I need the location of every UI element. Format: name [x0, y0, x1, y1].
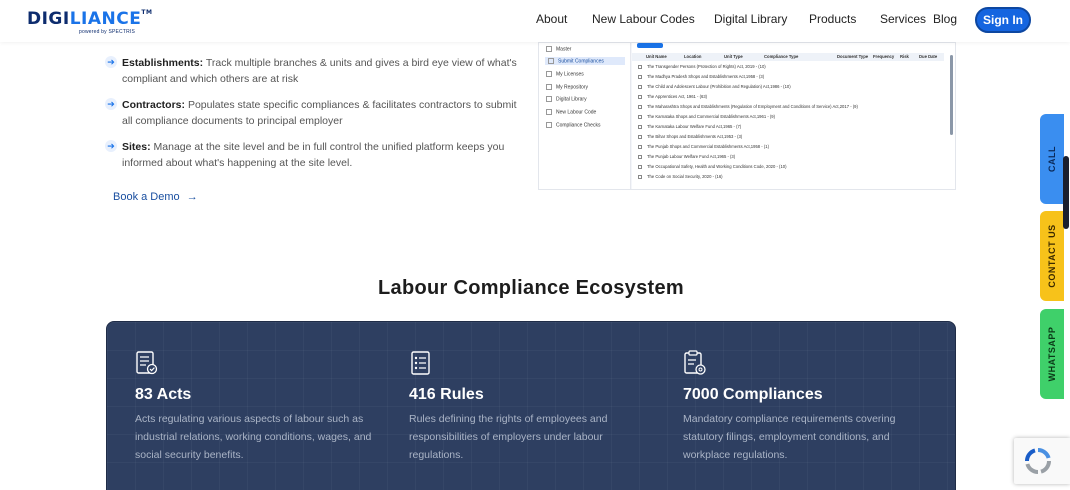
contact-us-tab-label: CONTACT US: [1047, 224, 1057, 288]
site-header: DIGILIANCETM powered by SPECTRIS About N…: [0, 0, 1070, 42]
nav-blog[interactable]: Blog: [933, 12, 957, 26]
preview-sidebar-item-active: Submit Compliances: [545, 57, 625, 66]
preview-sidebar-item: Compliance Checks: [546, 122, 600, 128]
call-tab-label: CALL: [1047, 146, 1057, 172]
nav-products[interactable]: Products: [809, 12, 856, 26]
preview-table-row: The Transgender Persons (Protection of R…: [638, 64, 766, 69]
arrow-right-icon: ➔: [105, 56, 117, 68]
preview-sidebar-item: My Repository: [546, 84, 588, 90]
arrow-right-icon: ➔: [105, 140, 117, 152]
stat-title: 416 Rules: [409, 386, 484, 403]
preview-table-row: The Apprentices Act, 1961 - (63): [638, 94, 707, 99]
brand-logo[interactable]: DIGILIANCETM powered by SPECTRIS: [27, 9, 153, 35]
acts-document-icon: [136, 351, 158, 375]
preview-table-row: The Code on Social Security, 2020 - (16): [638, 174, 723, 179]
compliance-checklist-icon: [684, 350, 706, 375]
section-title: Labour Compliance Ecosystem: [378, 277, 684, 299]
preview-table-row: The Madhya Pradesh Shops and Establishme…: [638, 74, 764, 79]
book-demo-label: Book a Demo: [113, 191, 180, 203]
preview-sidebar-item: Digital Library: [546, 96, 587, 102]
feature-sites: ➔ Sites: Manage at the site level and be…: [105, 139, 525, 171]
preview-table-row: The Bihar Shops and Establishments Act,1…: [638, 134, 742, 139]
recaptcha-badge[interactable]: [1014, 438, 1070, 484]
nav-new-labour-codes[interactable]: New Labour Codes: [592, 12, 695, 26]
stat-description: Mandatory compliance requirements coveri…: [683, 413, 896, 461]
stat-title: 83 Acts: [135, 386, 192, 403]
preview-sidebar-item: New Labour Code: [546, 109, 596, 115]
rules-list-icon: [411, 351, 430, 375]
preview-sidebar-item: My Licenses: [546, 71, 584, 77]
arrow-right-icon: ➔: [105, 98, 117, 110]
preview-table-row: The Punjab Labour Welfare Fund Act,1965 …: [638, 154, 735, 159]
stat-description: Rules defining the rights of employees a…: [409, 413, 608, 461]
whatsapp-tab-label: WHATSAPP: [1047, 326, 1057, 382]
page-scrollbar[interactable]: [1063, 156, 1069, 229]
stat-title: 7000 Compliances: [683, 386, 823, 403]
feature-text: Manage at the site level and be in full …: [122, 141, 505, 169]
preview-table-row: The Occupational Safety, Health and Work…: [638, 164, 787, 169]
preview-table-row: The Punjab Shops and Commercial Establis…: [638, 144, 769, 149]
contact-us-tab[interactable]: CONTACT US: [1040, 211, 1064, 301]
nav-services[interactable]: Services: [880, 12, 926, 26]
call-tab[interactable]: CALL: [1040, 114, 1064, 204]
nav-about[interactable]: About: [536, 12, 567, 26]
nav-digital-library[interactable]: Digital Library: [714, 12, 787, 26]
ecosystem-panel: 83 Acts Acts regulating various aspects …: [106, 321, 956, 490]
book-demo-link[interactable]: Book a Demo →: [113, 191, 198, 203]
preview-tabs: [637, 43, 671, 49]
preview-scrollbar: [950, 55, 953, 135]
preview-table-row: The Child and Adolescent Labour (Prohibi…: [638, 84, 791, 89]
preview-table: Unit Name Location Unit Type Compliance …: [632, 43, 955, 189]
sign-in-button[interactable]: Sign In: [975, 7, 1031, 33]
app-preview-image: Master Submit Compliances My Licenses My…: [538, 42, 956, 190]
preview-table-row: The Karnataka Labour Welfare Fund Act,19…: [638, 124, 741, 129]
feature-title: Establishments:: [122, 57, 204, 69]
feature-title: Sites:: [122, 141, 151, 153]
preview-table-header: Unit Name Location Unit Type Compliance …: [632, 53, 944, 61]
logo-tagline: powered by SPECTRIS: [79, 29, 136, 35]
preview-table-row: The Karnataka Shops and Commercial Estab…: [638, 114, 775, 119]
preview-sidebar-item: Master: [546, 46, 571, 52]
feature-establishments: ➔ Establishments: Track multiple branche…: [105, 55, 525, 87]
feature-contractors: ➔ Contractors: Populates state specific …: [105, 97, 525, 129]
recaptcha-icon: [1024, 447, 1052, 475]
feature-title: Contractors:: [122, 99, 186, 111]
whatsapp-tab[interactable]: WHATSAPP: [1040, 309, 1064, 399]
preview-table-row: The Maharashtra Shops and Establishments…: [638, 104, 858, 109]
logo-wordmark: DIGILIANCETM: [27, 9, 153, 29]
preview-sidebar: Master Submit Compliances My Licenses My…: [539, 43, 631, 189]
stat-description: Acts regulating various aspects of labou…: [135, 413, 372, 461]
arrow-right-icon: →: [186, 191, 198, 203]
